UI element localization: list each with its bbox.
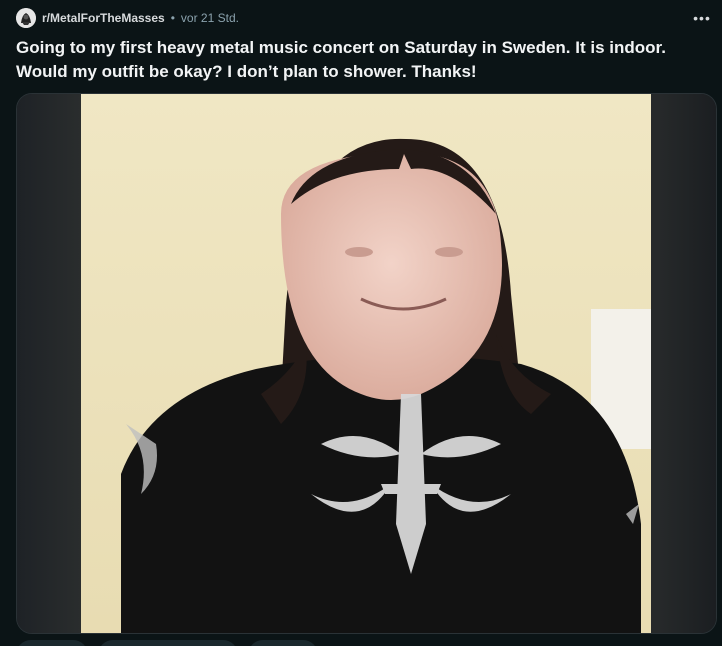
post-title[interactable]: Going to my first heavy metal music conc… — [16, 36, 706, 84]
action-bar — [16, 640, 318, 646]
post-card: r/MetalForTheMasses • vor 21 Std. ••• Go… — [0, 0, 722, 646]
meta-separator: • — [170, 11, 175, 25]
award-button[interactable] — [248, 640, 318, 646]
subreddit-avatar[interactable] — [16, 8, 36, 28]
post-image — [81, 94, 651, 633]
post-header: r/MetalForTheMasses • vor 21 Std. — [16, 6, 239, 30]
comments-button[interactable] — [98, 640, 238, 646]
more-options-icon[interactable]: ••• — [690, 6, 714, 30]
post-media[interactable] — [16, 93, 717, 634]
subreddit-link[interactable]: r/MetalForTheMasses — [42, 11, 165, 25]
vote-button[interactable] — [16, 640, 88, 646]
post-timestamp: vor 21 Std. — [180, 11, 239, 25]
